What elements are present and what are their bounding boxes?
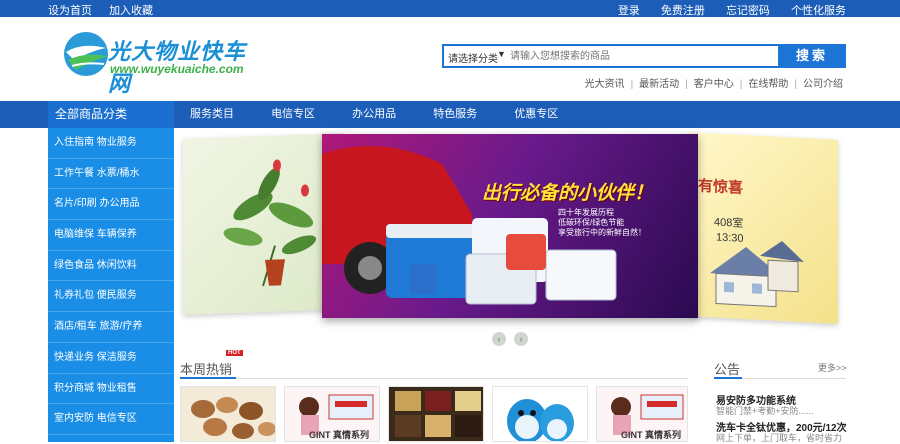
quicklink-about[interactable]: 公司介绍 xyxy=(803,79,843,90)
quicklink-help[interactable]: 在线帮助 xyxy=(748,79,788,90)
product-card[interactable] xyxy=(180,386,276,442)
nav-item-deals[interactable]: 优惠专区 xyxy=(514,101,558,128)
main-nav: 全部商品分类 服务类目 电信专区 办公用品 特色服务 优惠专区 xyxy=(0,101,900,128)
house-image xyxy=(710,240,804,308)
logo-subtitle: www.wuyekuaiche.com xyxy=(110,62,244,76)
plant-image xyxy=(223,159,317,287)
forgot-password-link[interactable]: 忘记密码 xyxy=(726,5,770,17)
nav-item-office[interactable]: 办公用品 xyxy=(352,101,396,128)
set-homepage-link[interactable]: 设为首页 xyxy=(48,5,92,17)
quicklink-customer-center[interactable]: 客户中心 xyxy=(694,79,734,90)
search-button[interactable]: 搜索 xyxy=(778,44,846,68)
carousel-prev-button[interactable]: ‹ xyxy=(492,332,506,346)
product-card[interactable]: GINT 真情系列 xyxy=(284,386,380,442)
sidebar-item[interactable]: 酒店/租车 旅游/疗养 xyxy=(48,312,174,343)
nuts-image xyxy=(181,387,275,441)
banner-sub-line: 四十年发展历程 xyxy=(558,208,614,217)
product-card[interactable]: GINT 真情系列 xyxy=(596,386,688,442)
sidebar-item[interactable]: 绿色食品 休闲饮料 xyxy=(48,251,174,282)
add-favorite-link[interactable]: 加入收藏 xyxy=(109,5,153,17)
banner-carousel: 有惊喜 408室 13:30 出行必备的小伙伴！ 四十年发展历程 低碳环保/绿色… xyxy=(178,128,858,328)
carousel-next-button[interactable]: › xyxy=(514,332,528,346)
divider: | xyxy=(630,79,634,90)
sidebar-item[interactable]: 积分商城 物业租售 xyxy=(48,374,174,405)
section-underline xyxy=(714,377,742,379)
notice-item-desc: 网上下单，上门取车，省时省力 xyxy=(716,433,843,443)
notice-section-title: 公告 xyxy=(714,362,741,377)
divider: | xyxy=(739,79,743,90)
section-underline xyxy=(180,377,236,379)
sidebar-item[interactable]: 快递业务 保洁服务 xyxy=(48,343,174,374)
notice-item-desc: 智能门禁+考勤+安防...... xyxy=(716,406,814,416)
grains-image xyxy=(389,387,483,441)
product-card[interactable] xyxy=(388,386,484,442)
product-card[interactable] xyxy=(492,386,588,442)
personal-service-link[interactable]: 个性化服务 xyxy=(791,5,846,17)
chevron-down-icon[interactable]: ▼ xyxy=(497,49,506,59)
sidebar-item[interactable]: 入住指南 物业服务 xyxy=(48,128,174,159)
notice-more-link[interactable]: 更多>> xyxy=(818,361,847,374)
nav-item-service-category[interactable]: 服务类目 xyxy=(190,101,234,128)
all-categories-button[interactable]: 全部商品分类 xyxy=(48,101,174,128)
quicklink-activities[interactable]: 最新活动 xyxy=(639,79,679,90)
category-sidebar: 入住指南 物业服务 工作午餐 水票/桶水 名片/印刷 办公用品 电脑维保 车辆保… xyxy=(48,128,174,442)
sidebar-item[interactable]: 工作午餐 水票/桶水 xyxy=(48,159,174,190)
sidebar-item[interactable]: 名片/印刷 办公用品 xyxy=(48,189,174,221)
banner-sub-line: 享受旅行中的新鲜自然！ xyxy=(558,228,646,237)
top-bar: 设为首页 加入收藏 登录 免费注册 忘记密码 个性化服务 xyxy=(0,0,900,17)
hot-badge: HOT xyxy=(226,350,243,356)
banner-subtext: 四十年发展历程 低碳环保/绿色节能 享受旅行中的新鲜自然！ xyxy=(558,208,646,238)
nav-item-special[interactable]: 特色服务 xyxy=(433,101,477,128)
banner-sub-line: 低碳环保/绿色节能 xyxy=(558,218,625,227)
banner-slide-house[interactable]: 有惊喜 408室 13:30 xyxy=(690,132,838,324)
divider: | xyxy=(685,79,688,90)
register-link[interactable]: 免费注册 xyxy=(661,5,705,17)
nav-item-telecom[interactable]: 电信专区 xyxy=(271,101,315,128)
divider: | xyxy=(794,79,797,90)
quicklink-news[interactable]: 光大资讯 xyxy=(585,79,625,90)
quick-links: 光大资讯 | 最新活动 | 客户中心 | 在线帮助 | 公司介绍 xyxy=(585,75,843,90)
dolphin-toy-image xyxy=(493,387,587,441)
product-caption: GINT 真情系列 xyxy=(309,430,369,440)
login-link[interactable]: 登录 xyxy=(618,5,640,17)
sidebar-item[interactable]: 电脑维保 车辆保养 xyxy=(48,220,174,251)
sidebar-item[interactable]: 礼券礼包 便民服务 xyxy=(48,281,174,313)
hot-section-title: 本周热销 xyxy=(180,362,233,377)
banner-slide-main[interactable]: 出行必备的小伙伴！ 四十年发展历程 低碳环保/绿色节能 享受旅行中的新鲜自然！ xyxy=(322,134,698,318)
search-input[interactable] xyxy=(510,47,770,66)
search-category-select[interactable]: 请选择分类 xyxy=(448,50,498,65)
logo-mark-icon xyxy=(64,32,108,76)
banner-slide-plant[interactable] xyxy=(183,133,343,315)
sidebar-item[interactable]: 室内安防 电信专区 xyxy=(48,404,174,435)
hot-products-list: GINT 真情系列 GINT 真情系列 xyxy=(180,386,688,442)
divider xyxy=(180,378,688,379)
site-logo[interactable]: 光大物业快车网 www.wuyekuaiche.com xyxy=(64,30,264,96)
banner-headline: 出行必备的小伙伴！ xyxy=(482,183,654,204)
product-caption: GINT 真情系列 xyxy=(621,430,681,440)
